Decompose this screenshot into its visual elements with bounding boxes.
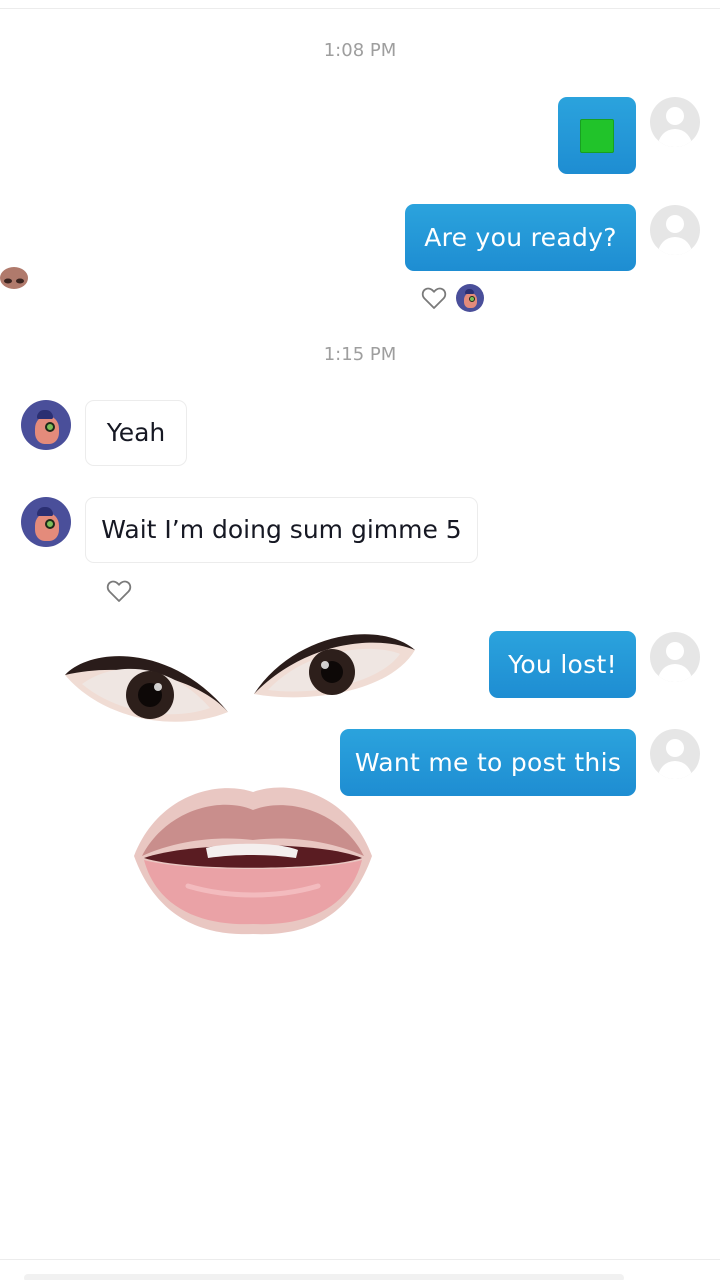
sent-message[interactable]: Are you ready? <box>405 204 636 271</box>
contact-avatar[interactable] <box>21 497 71 547</box>
right-eye-sticker <box>254 634 415 698</box>
avatar-cap <box>465 289 474 294</box>
avatar-eye <box>469 296 475 302</box>
my-avatar[interactable] <box>650 729 700 779</box>
sent-message-emoji[interactable] <box>558 97 636 174</box>
avatar-body <box>658 664 692 682</box>
received-message[interactable]: Wait I’m doing sum gimme 5 <box>85 497 478 563</box>
avatar-head <box>666 642 684 660</box>
contact-avatar[interactable] <box>21 400 71 450</box>
my-avatar[interactable] <box>650 632 700 682</box>
message-text: Wait I’m doing sum gimme 5 <box>101 515 462 544</box>
avatar-eye <box>45 422 55 432</box>
avatar-body <box>658 129 692 147</box>
avatar-body <box>658 237 692 255</box>
heart-outline-icon[interactable] <box>105 577 133 605</box>
my-avatar[interactable] <box>650 205 700 255</box>
chat-screen: 1:08 PM Are you ready? 1:15 PM Yeah Wait… <box>0 0 720 1280</box>
liked-by-avatar <box>456 284 484 312</box>
avatar-body <box>658 761 692 779</box>
avatar-head <box>666 215 684 233</box>
timestamp-2: 1:15 PM <box>323 344 397 365</box>
message-text: Want me to post this <box>354 747 622 777</box>
message-text: Are you ready? <box>424 222 617 252</box>
avatar-cap <box>37 507 53 516</box>
avatar-cap <box>37 410 53 419</box>
avatar-eye <box>45 519 55 529</box>
mouth-sticker <box>134 787 372 935</box>
heart-outline-icon[interactable] <box>420 284 448 312</box>
received-message[interactable]: Yeah <box>85 400 187 466</box>
left-eye-sticker <box>65 656 228 722</box>
top-divider <box>0 8 720 9</box>
message-input-bar[interactable] <box>24 1274 624 1280</box>
bottom-divider <box>0 1259 720 1260</box>
sent-message[interactable]: Want me to post this <box>340 729 636 796</box>
message-text: You lost! <box>508 649 617 679</box>
sent-message[interactable]: You lost! <box>489 631 636 698</box>
avatar-head <box>666 739 684 757</box>
my-avatar[interactable] <box>650 97 700 147</box>
green-square-emoji-icon <box>580 118 614 153</box>
avatar-head <box>666 107 684 125</box>
timestamp-1: 1:08 PM <box>323 40 397 61</box>
message-text: Yeah <box>106 418 166 447</box>
nose-sticker <box>0 267 28 289</box>
